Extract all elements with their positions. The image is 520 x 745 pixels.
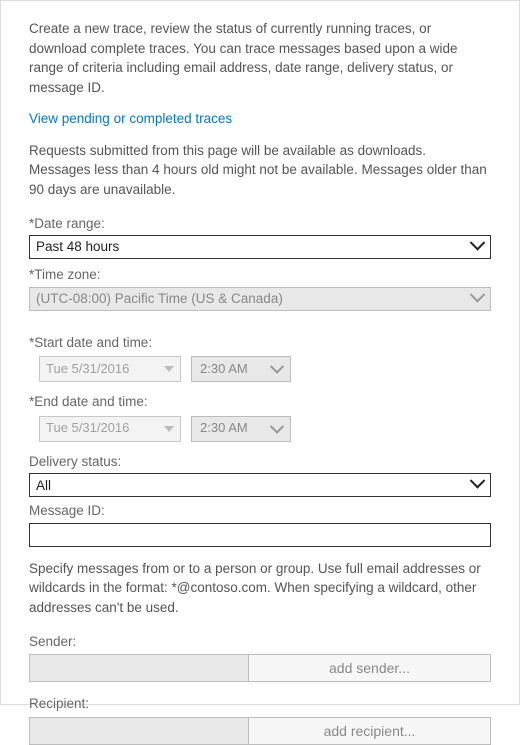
date-range-label: *Date range: <box>29 214 491 234</box>
chevron-down-icon <box>272 366 282 372</box>
chevron-down-icon <box>472 291 486 305</box>
sender-input[interactable] <box>29 654 249 682</box>
time-zone-label: *Time zone: <box>29 265 491 285</box>
intro-text: Create a new trace, review the status of… <box>29 19 491 97</box>
delivery-status-label: Delivery status: <box>29 452 491 472</box>
add-sender-button[interactable]: add sender... <box>249 654 491 682</box>
time-zone-value: (UTC-08:00) Pacific Time (US & Canada) <box>36 289 468 309</box>
start-time-value: 2:30 AM <box>200 360 248 379</box>
chevron-down-icon <box>472 478 486 492</box>
view-traces-link[interactable]: View pending or completed traces <box>29 109 232 129</box>
delivery-status-value: All <box>36 476 468 496</box>
date-range-value: Past 48 hours <box>36 237 468 257</box>
end-dt-label: *End date and time: <box>29 392 491 412</box>
end-time-picker[interactable]: 2:30 AM <box>191 416 291 442</box>
start-time-picker[interactable]: 2:30 AM <box>191 356 291 382</box>
message-id-label: Message ID: <box>29 501 491 521</box>
recipient-input[interactable] <box>29 717 249 745</box>
sender-label: Sender: <box>29 632 491 652</box>
end-time-value: 2:30 AM <box>200 419 248 438</box>
chevron-down-icon <box>272 425 282 431</box>
chevron-down-icon <box>472 239 486 253</box>
message-id-input[interactable] <box>29 523 491 547</box>
recipient-label: Recipient: <box>29 694 491 714</box>
chevron-down-icon <box>164 426 174 432</box>
chevron-down-icon <box>164 366 174 372</box>
start-dt-label: *Start date and time: <box>29 333 491 353</box>
date-range-select[interactable]: Past 48 hours <box>29 235 491 259</box>
availability-note: Requests submitted from this page will b… <box>29 141 491 200</box>
end-date-value: Tue 5/31/2016 <box>46 419 129 438</box>
delivery-status-select[interactable]: All <box>29 473 491 497</box>
start-date-value: Tue 5/31/2016 <box>46 360 129 379</box>
time-zone-select[interactable]: (UTC-08:00) Pacific Time (US & Canada) <box>29 287 491 311</box>
person-note: Specify messages from or to a person or … <box>29 559 491 618</box>
add-recipient-button[interactable]: add recipient... <box>249 717 491 745</box>
end-date-picker[interactable]: Tue 5/31/2016 <box>39 416 181 442</box>
start-date-picker[interactable]: Tue 5/31/2016 <box>39 356 181 382</box>
